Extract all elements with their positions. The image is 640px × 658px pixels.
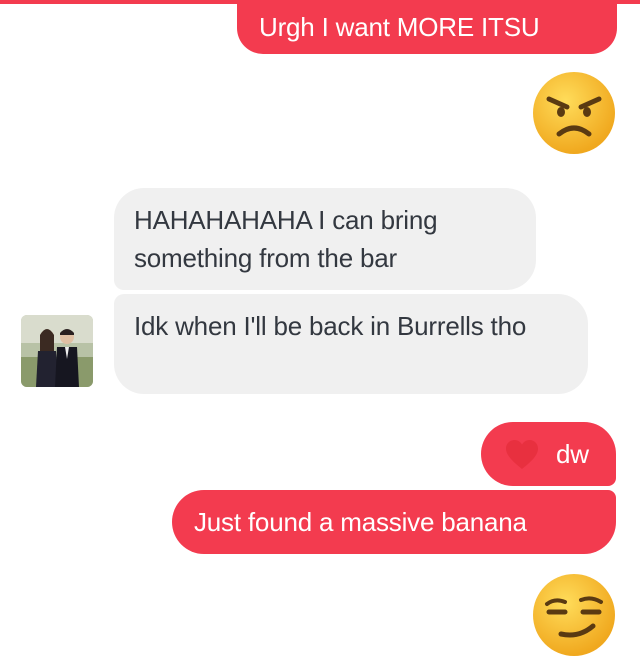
message-text: HAHAHAHAHA I can bring something from th… <box>134 205 438 273</box>
message-text: Just found a massive banana <box>194 507 527 537</box>
message-bubble-incoming[interactable]: Idk when I'll be back in Burrells tho <box>114 294 588 394</box>
message-text: Idk when I'll be back in Burrells tho <box>134 311 527 341</box>
angry-face-emoji[interactable] <box>531 70 617 156</box>
message-bubble-outgoing[interactable]: dw <box>481 422 616 486</box>
message-text: dw <box>556 439 589 469</box>
heart-icon <box>506 440 538 469</box>
avatar-photo <box>21 315 93 387</box>
message-bubble-outgoing[interactable]: Just found a massive banana <box>172 490 616 554</box>
message-bubble-incoming[interactable]: HAHAHAHAHA I can bring something from th… <box>114 188 536 290</box>
message-text: Urgh I want MORE ITSU <box>259 12 540 42</box>
message-bubble-outgoing[interactable]: Urgh I want MORE ITSU <box>237 2 617 54</box>
contact-avatar[interactable] <box>21 315 93 387</box>
smirking-face-emoji[interactable] <box>531 572 617 658</box>
